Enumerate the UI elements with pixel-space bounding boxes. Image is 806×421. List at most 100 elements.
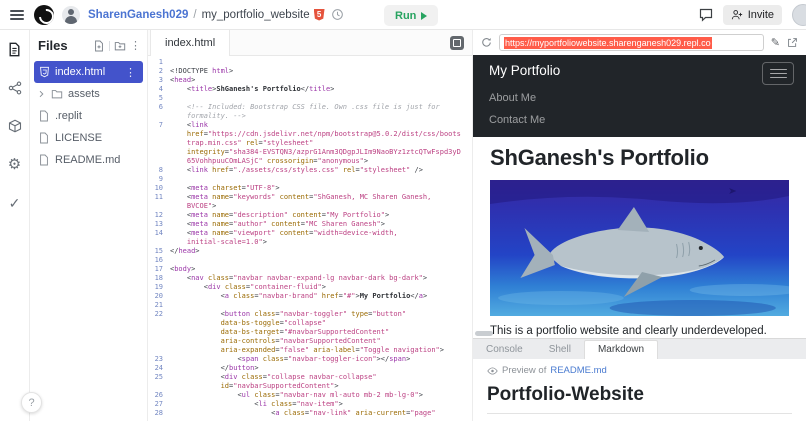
code-text: <meta name="author" content="MC Sharen G… [186, 220, 385, 228]
code-text: href="https://cdn.jsdelivr.net/npm/boots… [186, 130, 461, 138]
code-line[interactable]: 14 <meta name="viewport" content="width=… [148, 229, 472, 238]
help-button[interactable]: ? [21, 392, 42, 413]
invite-button[interactable]: Invite [722, 4, 782, 25]
code-line[interactable]: 13 <meta name="author" content="MC Share… [148, 220, 472, 229]
code-line[interactable]: 65VohhpuuCOmLASjC" crossorigin="anonymou… [148, 157, 472, 166]
site-nav-link-about-me[interactable]: About Me [489, 87, 790, 109]
options-kebab-icon[interactable]: ⋮ [130, 39, 141, 52]
replit-logo[interactable] [34, 4, 54, 25]
tab-markdown[interactable]: Markdown [583, 340, 659, 359]
code-line[interactable]: trap.min.css" rel="stylesheet" [148, 139, 472, 148]
code-text: <meta name="keywords" content="ShGanesh,… [186, 193, 432, 201]
code-area[interactable]: 1 2 <!DOCTYPE html> 3 <head> 4 <title>ShGanes… [148, 56, 472, 421]
line-number [148, 238, 170, 247]
code-text: <a class="nav-link" aria-current="page" [271, 409, 436, 417]
file-icon [38, 110, 50, 122]
scrollbar-thumb[interactable] [475, 331, 493, 336]
file-row-assets[interactable]: assets [30, 83, 147, 105]
code-line[interactable]: 2 <!DOCTYPE html> [148, 67, 472, 76]
history-icon[interactable] [331, 8, 344, 21]
packages-icon[interactable] [8, 119, 22, 133]
code-line[interactable]: 5 [148, 94, 472, 103]
new-folder-icon[interactable] [114, 40, 126, 52]
line-number: 1 [158, 58, 163, 66]
file-label: index.html [55, 66, 106, 78]
tab-shell[interactable]: Shell [536, 341, 584, 359]
code-line[interactable]: aria-expanded="false" aria-label="Toggle… [148, 346, 472, 355]
code-line[interactable]: 15 </head> [148, 247, 472, 256]
code-line[interactable]: 1 [148, 58, 472, 67]
files-icon[interactable] [7, 42, 22, 57]
code-line[interactable]: 20 <a class="navbar-brand" href="#">My P… [148, 292, 472, 301]
code-line[interactable]: 11 <meta name="keywords" content="ShGane… [148, 193, 472, 202]
code-line[interactable]: id="navbarSupportedContent"> [148, 382, 472, 391]
file-row-index-html[interactable]: index.html ⋮ [34, 61, 143, 83]
settings-icon[interactable]: ⚙ [8, 157, 21, 172]
code-line[interactable]: 10 <meta charset="UTF-8"> [148, 184, 472, 193]
open-in-new-tab-icon[interactable] [787, 37, 798, 48]
code-line[interactable]: data-bs-toggle="collapse" [148, 319, 472, 328]
code-text: aria-expanded="false" aria-label="Toggle… [220, 346, 444, 354]
code-line[interactable]: integrity="sha384-EVSTQN3/azprG1Anm3QDgp… [148, 148, 472, 157]
tab-console[interactable]: Console [473, 341, 536, 359]
code-line[interactable]: 28 <a class="nav-link" aria-current="pag… [148, 409, 472, 418]
edit-icon[interactable]: ✎ [771, 36, 780, 49]
code-line[interactable]: 6 <!-- Included: Bootstrap CSS file. Own… [148, 103, 472, 112]
code-line[interactable]: 9 [148, 175, 472, 184]
code-line[interactable]: 21 [148, 301, 472, 310]
code-line[interactable]: 8 <link href="./assets/css/styles.css" r… [148, 166, 472, 175]
code-line[interactable]: 16 [148, 256, 472, 265]
code-line[interactable]: 18 <nav class="navbar navbar-expand-lg n… [148, 274, 472, 283]
code-line[interactable]: 23 <span class="navbar-toggler-icon"></s… [148, 355, 472, 364]
editor-tab-index-html[interactable]: index.html [150, 29, 231, 56]
file-row-license[interactable]: LICENSE [30, 127, 147, 149]
navbar-toggler-button[interactable] [762, 62, 794, 85]
site-nav-link-contact-me[interactable]: Contact Me [489, 109, 790, 131]
code-line[interactable]: aria-controls="navbarSupportedContent" [148, 337, 472, 346]
code-line[interactable]: 27 <li class="nav-item"> [148, 400, 472, 409]
code-line[interactable]: 17 <body> [148, 265, 472, 274]
code-line[interactable]: data-bs-target="#navbarSupportedContent" [148, 328, 472, 337]
line-number: 9 [158, 175, 163, 183]
code-text: <!-- Included: Bootstrap CSS file. Own .… [186, 103, 440, 111]
code-line[interactable]: 24 </button> [148, 364, 472, 373]
line-number [148, 148, 170, 157]
editor-settings-icon[interactable] [450, 35, 464, 50]
avatar[interactable] [62, 5, 80, 24]
account-avatar[interactable] [792, 3, 806, 26]
readme-link[interactable]: README.md [550, 365, 606, 376]
username-link[interactable]: SharenGanesh029 [88, 9, 188, 21]
file-row-readme-md[interactable]: README.md [30, 149, 147, 171]
site-preview: My Portfolio About Me Contact Me ShGanesh… [473, 55, 806, 338]
chat-icon[interactable] [699, 8, 713, 22]
new-file-icon[interactable] [93, 40, 105, 52]
play-icon [421, 11, 428, 20]
code-line[interactable]: 4 <title>ShGanesh's Portfolio</title> [148, 85, 472, 94]
code-line[interactable]: 7 <link [148, 121, 472, 130]
code-line[interactable]: BVCOE"> [148, 202, 472, 211]
url-input[interactable]: https://myportfoliowebsite.sharenganesh0… [499, 34, 764, 51]
line-number [148, 382, 170, 391]
code-line[interactable]: 19 <div class="container-fluid"> [148, 283, 472, 292]
code-line[interactable]: href="https://cdn.jsdelivr.net/npm/boots… [148, 130, 472, 139]
code-line[interactable]: initial-scale=1.0"> [148, 238, 472, 247]
editor-tab-bar: index.html [148, 29, 472, 56]
checks-icon[interactable]: ✓ [9, 196, 21, 211]
version-control-icon[interactable] [8, 81, 22, 95]
line-number: 24 [154, 364, 163, 372]
run-button[interactable]: Run [384, 5, 439, 26]
refresh-icon[interactable] [481, 37, 492, 48]
code-line[interactable]: formality. --> [148, 112, 472, 121]
code-line[interactable]: 22 <button class="navbar-toggler" type="… [148, 310, 472, 319]
chevron-right-icon[interactable] [38, 90, 46, 98]
code-line[interactable]: 3 <head> [148, 76, 472, 85]
file-options-icon[interactable]: ⋮ [122, 66, 139, 79]
file-row--replit[interactable]: .replit [30, 105, 147, 127]
code-line[interactable]: 26 <ul class="navbar-nav ml-auto mb-2 mb… [148, 391, 472, 400]
menu-icon[interactable] [10, 8, 24, 22]
code-line[interactable]: 12 <meta name="description" content="My … [148, 211, 472, 220]
code-line[interactable]: 25 <div class="collapse navbar-collapse" [148, 373, 472, 382]
line-number: 3 [158, 76, 163, 84]
code-text: <div class="collapse navbar-collapse" [220, 373, 377, 381]
site-brand[interactable]: My Portfolio [489, 63, 790, 78]
